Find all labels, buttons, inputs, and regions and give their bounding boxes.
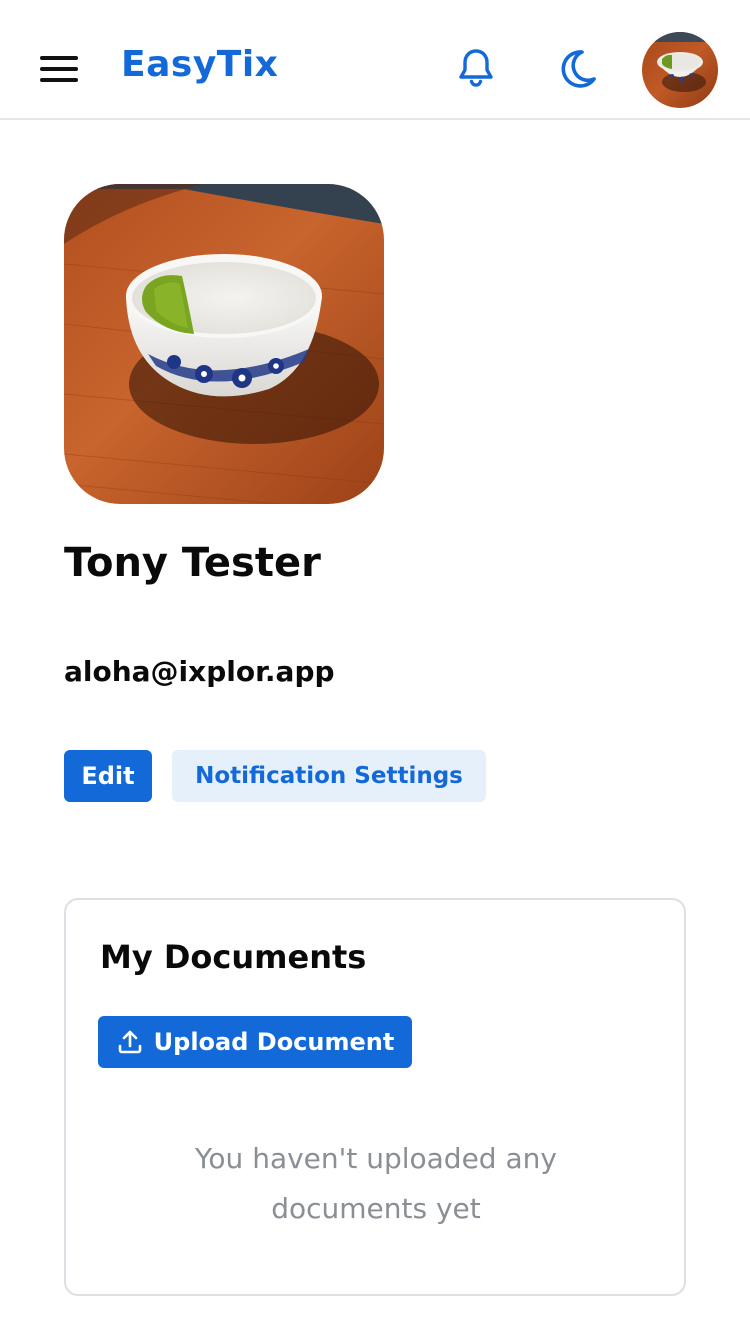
user-email: aloha@ixplor.app — [64, 655, 335, 688]
upload-icon — [118, 1030, 141, 1054]
hamburger-menu-icon[interactable] — [40, 52, 78, 86]
empty-documents-message: You haven't uploaded any documents yet — [195, 1142, 557, 1225]
upload-document-button[interactable]: Upload Document — [98, 1016, 412, 1068]
documents-card: My Documents Upload Document You haven't… — [64, 898, 686, 1296]
edit-button[interactable]: Edit — [64, 750, 152, 802]
avatar[interactable] — [642, 32, 718, 108]
bell-icon[interactable] — [452, 44, 500, 92]
notification-settings-button[interactable]: Notification Settings — [172, 750, 486, 802]
user-name: Tony Tester — [64, 540, 321, 586]
brand-logo-text[interactable]: EasyTix — [121, 44, 278, 85]
documents-title: My Documents — [100, 938, 367, 976]
profile-photo — [64, 184, 384, 504]
upload-document-label: Upload Document — [153, 1028, 395, 1056]
moon-icon[interactable] — [552, 44, 600, 92]
top-app-bar: EasyTix — [0, 0, 750, 120]
